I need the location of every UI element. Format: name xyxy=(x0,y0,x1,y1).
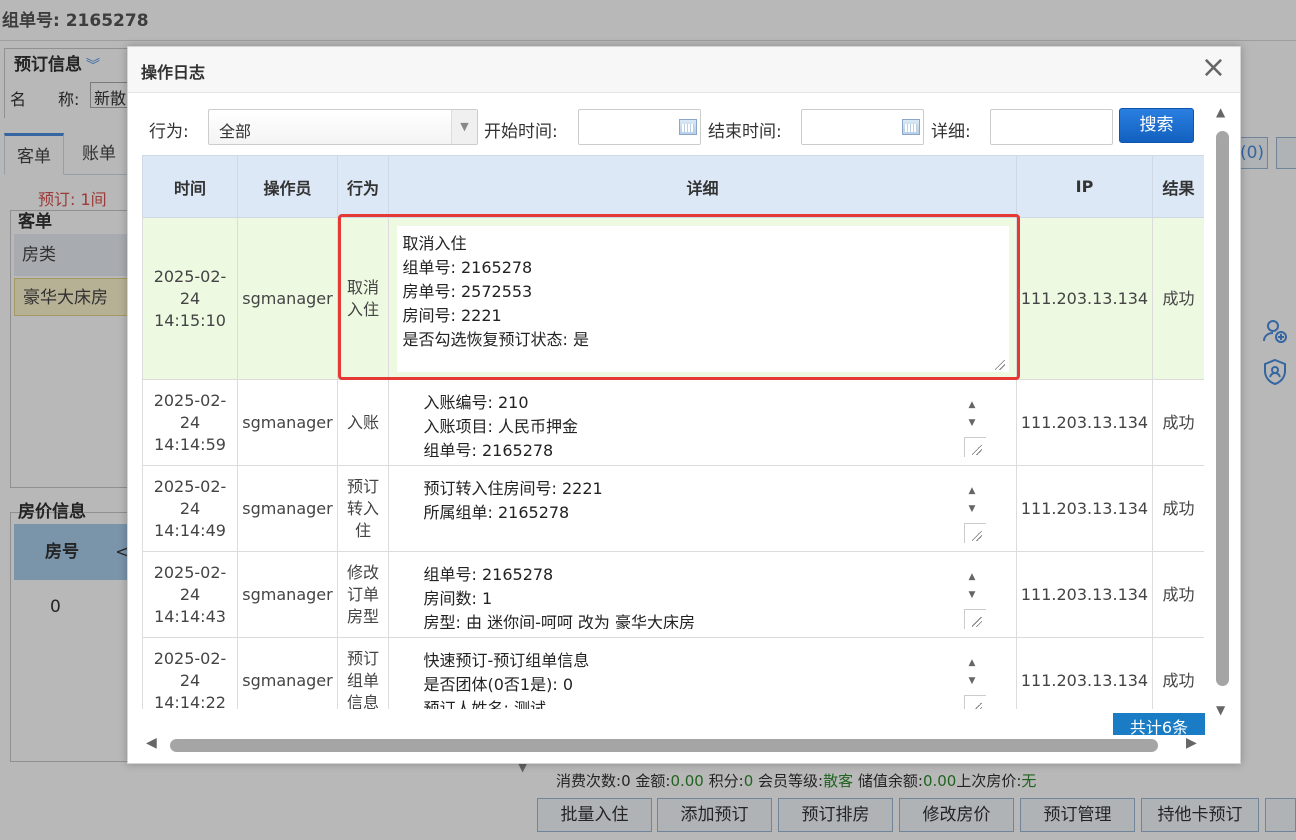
col-detail: 详细 xyxy=(388,155,1017,218)
result-cell: 成功 xyxy=(1152,637,1204,709)
action-cell: 入账 xyxy=(337,379,389,466)
action-cell: 修改 订单 房型 xyxy=(337,551,389,638)
time-cell: 2025-02- 24 14:14:22 xyxy=(142,637,238,709)
scroll-left-icon[interactable]: ◀ xyxy=(146,735,157,751)
operator-cell: sgmanager xyxy=(237,217,338,380)
operator-cell: sgmanager xyxy=(237,379,338,466)
ip-cell: 111.203.13.134 xyxy=(1016,379,1153,466)
table-header-row: 时间 操作员 行为 详细 IP 结果 xyxy=(142,155,1204,218)
result-cell: 成功 xyxy=(1152,379,1204,466)
end-time-input[interactable] xyxy=(801,109,924,145)
resize-grip-icon[interactable] xyxy=(994,359,1005,370)
calendar-icon[interactable] xyxy=(902,119,920,135)
time-cell: 2025-02- 24 14:14:59 xyxy=(142,379,238,466)
result-cell: 成功 xyxy=(1152,551,1204,638)
action-label: 行为: xyxy=(149,122,189,142)
table-row[interactable]: 2025-02- 24 14:14:49 sgmanager 预订 转入住 预订转入住… xyxy=(142,465,1204,552)
ip-cell: 111.203.13.134 xyxy=(1016,637,1153,709)
scroll-thumb[interactable] xyxy=(170,739,1158,752)
col-operator: 操作员 xyxy=(237,155,338,218)
scroll-down-icon: ▼ xyxy=(968,503,976,514)
detail-cell: 取消入住 组单号: 2165278 房单号: 2572553 房间号: 2221… xyxy=(388,217,1017,380)
col-result: 结果 xyxy=(1152,155,1204,218)
vertical-scrollbar[interactable]: ▲ ▼ xyxy=(1214,103,1232,719)
detail-textarea[interactable]: 预订转入住房间号: 2221 所属组单: 2165278 ▲ ▼ xyxy=(419,474,986,543)
operation-log-dialog: 操作日志 × 行为: 全部 ▼ 开始时间: 结束时间: 详细: 搜索 时间 操作… xyxy=(127,46,1241,764)
horizontal-scrollbar[interactable]: ◀ ▶ xyxy=(142,735,1206,755)
ip-cell: 111.203.13.134 xyxy=(1016,551,1153,638)
detail-textarea[interactable]: 入账编号: 210 入账项目: 人民币押金 组单号: 2165278 ▲ ▼ xyxy=(419,388,986,457)
end-time-label: 结束时间: xyxy=(708,122,782,142)
scroll-down-icon[interactable]: ▼ xyxy=(1216,703,1225,717)
scroll-thumb[interactable] xyxy=(1216,131,1229,686)
resize-grip-icon[interactable] xyxy=(963,522,986,543)
close-icon[interactable]: × xyxy=(1201,53,1226,83)
log-table: 时间 操作员 行为 详细 IP 结果 2025-02- 24 14:15:10 sg… xyxy=(142,155,1204,709)
table-row[interactable]: 2025-02- 24 14:14:59 sgmanager 入账 入账编号: 21… xyxy=(142,379,1204,466)
detail-cell: 入账编号: 210 入账项目: 人民币押金 组单号: 2165278 ▲ ▼ xyxy=(388,379,1017,466)
search-button[interactable]: 搜索 xyxy=(1119,108,1194,143)
detail-textarea[interactable]: 快速预订-预订组单信息 是否团体(0否1是): 0 预订人姓名: 测试 ▲ ▼ xyxy=(419,646,986,709)
scroll-down-icon: ▼ xyxy=(968,417,976,428)
detail-cell: 组单号: 2165278 房间数: 1 房型: 由 迷你间-呵呵 改为 豪华大床… xyxy=(388,551,1017,638)
scroll-down-icon: ▼ xyxy=(968,589,976,600)
calendar-icon[interactable] xyxy=(679,119,697,135)
col-action: 行为 xyxy=(337,155,389,218)
table-row[interactable]: 2025-02- 24 14:15:10 sgmanager 取消 入住 取消入住 组… xyxy=(142,217,1204,380)
time-cell: 2025-02- 24 14:14:43 xyxy=(142,551,238,638)
col-time: 时间 xyxy=(142,155,238,218)
dialog-header[interactable]: 操作日志 × xyxy=(128,47,1240,93)
operator-cell: sgmanager xyxy=(237,637,338,709)
action-select[interactable]: 全部 ▼ xyxy=(208,109,478,145)
detail-label: 详细: xyxy=(931,122,971,142)
start-time-input[interactable] xyxy=(578,109,701,145)
operator-cell: sgmanager xyxy=(237,465,338,552)
log-table-container: 时间 操作员 行为 详细 IP 结果 2025-02- 24 14:15:10 sg… xyxy=(142,155,1204,709)
col-ip: IP xyxy=(1016,155,1153,218)
ip-cell: 111.203.13.134 xyxy=(1016,465,1153,552)
action-cell: 预订 转入住 xyxy=(337,465,389,552)
table-row[interactable]: 2025-02- 24 14:14:43 sgmanager 修改 订单 房型 组单号:… xyxy=(142,551,1204,638)
detail-textarea[interactable]: 组单号: 2165278 房间数: 1 房型: 由 迷你间-呵呵 改为 豪华大床… xyxy=(419,560,986,629)
detail-input[interactable] xyxy=(990,109,1113,145)
detail-cell: 快速预订-预订组单信息 是否团体(0否1是): 0 预订人姓名: 测试 ▲ ▼ xyxy=(388,637,1017,709)
time-cell: 2025-02- 24 14:15:10 xyxy=(142,217,238,380)
time-cell: 2025-02- 24 14:14:49 xyxy=(142,465,238,552)
table-row[interactable]: 2025-02- 24 14:14:22 sgmanager 预订 组单 信息 快速预订… xyxy=(142,637,1204,709)
action-cell: 取消 入住 xyxy=(337,217,389,380)
detail-cell: 预订转入住房间号: 2221 所属组单: 2165278 ▲ ▼ xyxy=(388,465,1017,552)
filter-bar: 行为: 全部 ▼ 开始时间: 结束时间: 详细: 搜索 xyxy=(128,107,1212,147)
resize-grip-icon[interactable] xyxy=(963,608,986,629)
ip-cell: 111.203.13.134 xyxy=(1016,217,1153,380)
start-time-label: 开始时间: xyxy=(484,122,558,142)
detail-textarea[interactable]: 取消入住 组单号: 2165278 房单号: 2572553 房间号: 2221… xyxy=(396,225,1009,372)
scroll-up-icon[interactable]: ▲ xyxy=(1216,105,1225,119)
dropdown-arrow-icon[interactable]: ▼ xyxy=(451,110,477,144)
operator-cell: sgmanager xyxy=(237,551,338,638)
dialog-title: 操作日志 xyxy=(141,63,206,82)
resize-grip-icon[interactable] xyxy=(963,694,986,709)
resize-grip-icon[interactable] xyxy=(963,436,986,457)
scroll-right-icon[interactable]: ▶ xyxy=(1186,735,1197,751)
scroll-down-icon: ▼ xyxy=(968,675,976,686)
result-cell: 成功 xyxy=(1152,217,1204,380)
action-cell: 预订 组单 信息 xyxy=(337,637,389,709)
result-cell: 成功 xyxy=(1152,465,1204,552)
total-count-badge: 共计6条 xyxy=(1113,713,1205,735)
